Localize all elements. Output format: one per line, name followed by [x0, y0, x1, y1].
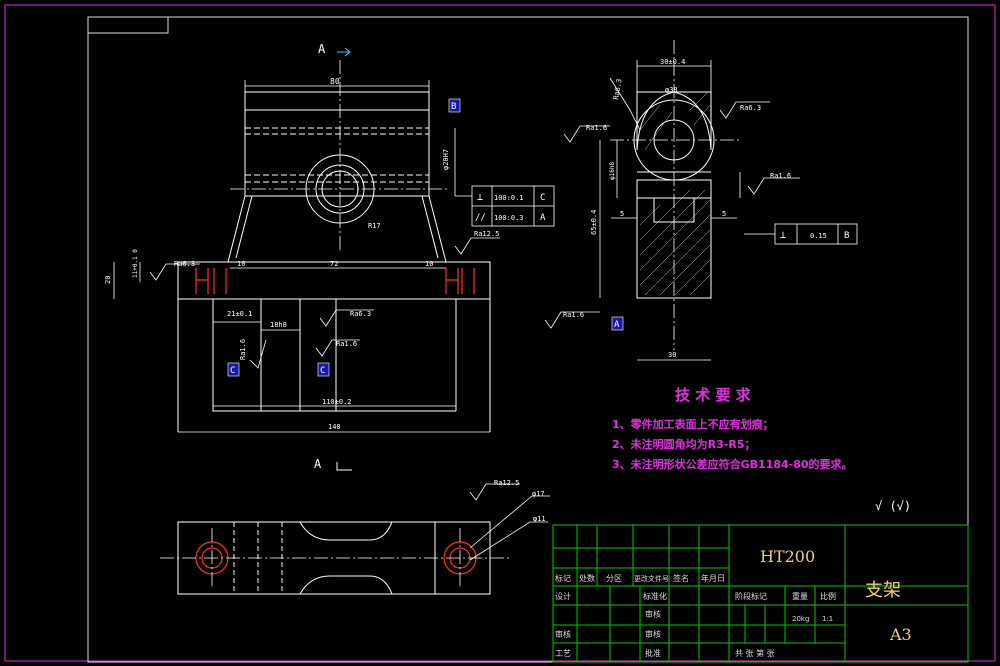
ra-125-plan: Ra12.5: [494, 479, 519, 487]
plan-view: [177, 521, 491, 595]
perp2-value: 0.15: [810, 232, 827, 240]
perp2-datum: B: [844, 231, 849, 241]
dim-72: 72: [330, 260, 338, 268]
ra-63-side-right: Ra6.3: [740, 104, 761, 112]
datum-c1-label: C: [230, 366, 235, 376]
roughness-marks-front: [149, 237, 500, 369]
part-name: 支架: [865, 580, 901, 601]
tb-date: 年月日: [701, 573, 725, 583]
sheet-size: A3: [889, 625, 912, 644]
top-left-corner-box: [87, 16, 169, 34]
tb-process: 工艺: [555, 649, 571, 658]
material-label: HT200: [760, 547, 815, 566]
dim-16: φ16h8: [609, 162, 616, 180]
plan-centerlines: [160, 528, 510, 588]
roughness-marks-side: [544, 77, 800, 329]
tb-weight: 重量: [792, 591, 808, 601]
section-arrow-bottom: [336, 462, 352, 471]
dim-17: φ17: [532, 490, 545, 498]
ra-16-side-bottom: Ra1.6: [563, 311, 584, 319]
perp-symbol: ⊥: [477, 192, 483, 203]
dim-30-top: 30±0.4: [660, 58, 685, 66]
ra-16-side-right: Ra1.6: [770, 172, 791, 180]
front-centerlines: [230, 60, 450, 250]
dim-80: 80: [330, 77, 340, 86]
datum-c2-label: C: [320, 366, 325, 376]
outer-border: [4, 4, 996, 662]
note-item-2: 2、未注明圆角均为R3-R5；: [612, 437, 755, 451]
tb-mark: 标记: [555, 573, 571, 583]
tb-zone: 分区: [606, 574, 622, 583]
par-symbol: //: [475, 213, 486, 223]
ra-16-side-left: Ra1.6: [586, 124, 607, 132]
par-value: 100:0.3: [494, 214, 524, 222]
datum-a-label: A: [614, 320, 620, 330]
section-arrow-top: [337, 47, 351, 57]
dim-10-right: 10: [425, 260, 433, 268]
dim-20: 20: [104, 276, 112, 284]
par-datum: A: [540, 213, 546, 223]
inner-border: [87, 16, 969, 663]
tb-stage-mark: 阶段标记: [735, 591, 767, 601]
tb-sheets: 共 张 第 张: [735, 648, 775, 658]
dim-140: 140: [328, 423, 341, 431]
note-item-3: 3、未注明形状公差应符合GB1184-80的要求。: [612, 457, 853, 471]
weight-value: 20kg: [792, 615, 809, 623]
section-label-bottom: A: [314, 457, 322, 471]
note-item-1: 1、零件加工表面上不应有划痕；: [612, 417, 774, 431]
dim-20h7: φ20H7: [442, 149, 450, 170]
dim-110: 110±0.2: [322, 398, 352, 406]
ra-16-c: Ra1.6: [239, 339, 247, 360]
dim-5-left: 5: [620, 210, 624, 218]
front-dimensions: [113, 80, 490, 433]
tb-scale: 比例: [820, 591, 836, 601]
datum-b-label: B: [451, 102, 456, 112]
tb-review: 审核: [555, 629, 571, 639]
tb-signature: 签名: [673, 573, 689, 583]
tb-design: 设计: [555, 591, 571, 601]
dim-65: 65±0.4: [590, 210, 598, 235]
ra-16-mid: Ra1.6: [336, 340, 357, 348]
dim-11: φ11: [533, 515, 546, 523]
perp2-symbol: ⊥: [780, 230, 786, 241]
drawing-canvas: A A B A C C ⊥ 100:0.1 C // 100:0.3 A ⊥ 0…: [4, 4, 996, 663]
dim-11: 11+0.1 0: [132, 249, 139, 278]
ra-125-front: Ra12.5: [474, 230, 499, 238]
side-hatch: [639, 91, 711, 296]
general-roughness-symbol: √ (√): [875, 499, 911, 513]
tb-standardize: 标准化: [643, 591, 667, 601]
dim-10-left: 10: [237, 260, 245, 268]
tolerance-frame-right: [744, 223, 858, 245]
scale-value: 1:1: [822, 615, 833, 623]
section-label-top: A: [318, 42, 326, 56]
tb-change-doc: 更改文件号: [634, 574, 669, 583]
front-hidden-holes: [195, 268, 475, 294]
dim-5-right: 5: [722, 210, 726, 218]
notes-title: 技 术 要 求: [675, 386, 752, 404]
dim-21: 21±0.1: [227, 310, 252, 318]
tb-examine: 审核: [645, 629, 661, 639]
dim-30-bottom: 30: [668, 351, 676, 359]
perp-value: 100:0.1: [494, 194, 524, 202]
perp-datum: C: [540, 193, 545, 203]
dim-18h8: 18h8: [270, 321, 287, 329]
tb-count: 处数: [579, 573, 595, 583]
ra-63-left: Ra6.3: [174, 260, 195, 268]
dim-r17: R17: [368, 222, 381, 230]
ra-63-mid: Ra6.3: [350, 310, 371, 318]
tb-reviewed: 审核: [645, 609, 661, 619]
dim-38: φ38: [665, 86, 678, 94]
tb-approve: 批准: [645, 648, 661, 658]
